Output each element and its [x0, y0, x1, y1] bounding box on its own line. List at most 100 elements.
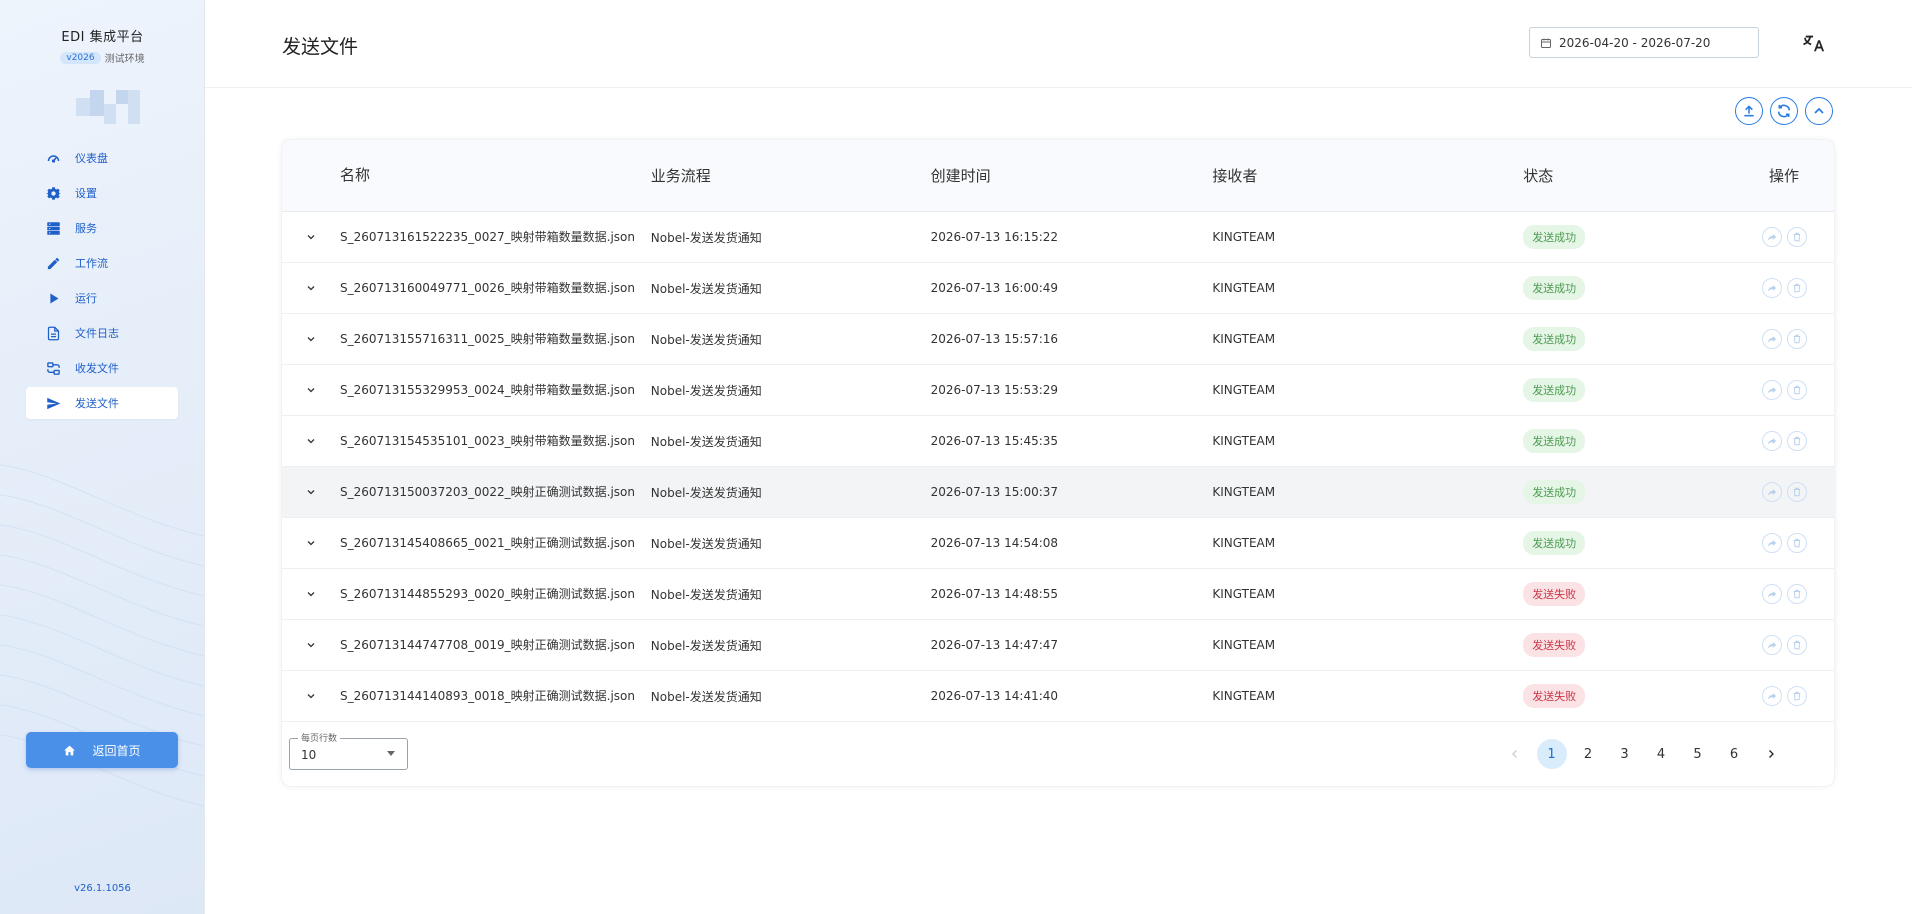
table-header: 名称 业务流程 创建时间 接收者 状态 操作 [282, 140, 1834, 212]
status-badge: 发送失败 [1523, 582, 1586, 606]
table-row[interactable]: S_260713145408665_0021_映射正确测试数据.json Nob… [282, 518, 1834, 569]
chevron-down-icon[interactable] [305, 588, 317, 600]
expand-cell [282, 588, 340, 600]
table-row[interactable]: S_260713155329953_0024_映射带箱数量数据.json Nob… [282, 365, 1834, 416]
table-row[interactable]: S_260713154535101_0023_映射带箱数量数据.json Nob… [282, 416, 1834, 467]
column-header-flow[interactable]: 业务流程 [651, 165, 931, 186]
status-badge: 发送成功 [1523, 531, 1586, 555]
status-badge: 发送成功 [1523, 378, 1586, 402]
expand-cell [282, 333, 340, 345]
chevron-down-icon[interactable] [305, 639, 317, 651]
upload-button[interactable] [1735, 97, 1763, 125]
collapse-button[interactable] [1805, 97, 1833, 125]
resend-button[interactable] [1761, 329, 1782, 349]
chevron-down-icon[interactable] [305, 690, 317, 702]
actions-cell [1734, 686, 1834, 706]
file-name-cell: S_260713144747708_0019_映射正确测试数据.json [339, 637, 635, 652]
page-button-6[interactable]: 6 [1719, 739, 1749, 769]
back-home-label: 返回首页 [92, 743, 141, 758]
page-button-4[interactable]: 4 [1646, 739, 1676, 769]
column-header-name[interactable]: 名称 [340, 167, 651, 184]
sidebar-item-label: 文件日志 [75, 327, 119, 340]
speedometer-icon [47, 154, 60, 163]
actions-cell [1734, 533, 1834, 553]
delete-button[interactable] [1786, 584, 1807, 604]
flow-cell: Nobel-发送发货通知 [650, 281, 762, 296]
sidebar-item-file-log[interactable]: 文件日志 [26, 317, 178, 349]
gear-icon [46, 186, 61, 200]
refresh-button[interactable] [1770, 97, 1798, 125]
sidebar-nav: 仪表盘 设置 服务 工作流 运行 文件日志 收发文件 发送文件 [26, 142, 178, 422]
back-home-button[interactable]: 返回首页 [26, 732, 178, 768]
delete-button[interactable] [1786, 278, 1807, 298]
translate-icon[interactable] [1803, 32, 1825, 54]
delete-button[interactable] [1786, 227, 1807, 247]
table-row[interactable]: S_260713144747708_0019_映射正确测试数据.json Nob… [282, 620, 1834, 671]
status-cell: 发送成功 [1523, 327, 1734, 351]
table-row[interactable]: S_260713144140893_0018_映射正确测试数据.json Nob… [282, 671, 1834, 722]
sidebar-item-dashboard[interactable]: 仪表盘 [26, 142, 178, 174]
sidebar-item-workflow[interactable]: 工作流 [26, 247, 178, 279]
delete-button[interactable] [1786, 482, 1807, 502]
delete-button[interactable] [1786, 686, 1807, 706]
send-icon [47, 397, 61, 409]
share-arrow-icon [1767, 234, 1776, 241]
trash-icon [1793, 589, 1800, 599]
resend-button[interactable] [1761, 431, 1782, 451]
table-row[interactable]: S_260713155716311_0025_映射带箱数量数据.json Nob… [282, 314, 1834, 365]
page-button-5[interactable]: 5 [1683, 739, 1713, 769]
sidebar-item-label: 收发文件 [75, 362, 119, 375]
page-button-2[interactable]: 2 [1573, 739, 1603, 769]
chevron-down-icon[interactable] [305, 435, 317, 447]
delete-button[interactable] [1786, 635, 1807, 655]
sidebar-item-transfer-files[interactable]: 收发文件 [26, 352, 178, 384]
next-page-button[interactable] [1756, 739, 1786, 769]
rows-per-page-select[interactable]: 每页行数 10 [289, 731, 408, 770]
receiver-cell: KINGTEAM [1212, 485, 1276, 499]
delete-button[interactable] [1786, 329, 1807, 349]
page-button-1[interactable]: 1 [1536, 739, 1567, 769]
page-button-3[interactable]: 3 [1610, 739, 1640, 769]
resend-button[interactable] [1761, 533, 1782, 553]
sidebar-item-settings[interactable]: 设置 [26, 177, 178, 209]
resend-button[interactable] [1761, 278, 1782, 298]
prev-page-button[interactable] [1500, 739, 1530, 769]
sidebar-item-send-files[interactable]: 发送文件 [26, 387, 178, 419]
delete-button[interactable] [1786, 533, 1807, 553]
table-row[interactable]: S_260713150037203_0022_映射正确测试数据.json Nob… [282, 467, 1834, 518]
chevron-down-icon[interactable] [305, 231, 317, 243]
chevron-down-icon[interactable] [305, 282, 317, 294]
table-row[interactable]: S_260713144855293_0020_映射正确测试数据.json Nob… [282, 569, 1834, 620]
chevron-down-icon[interactable] [305, 537, 317, 549]
sidebar-item-run[interactable]: 运行 [26, 282, 178, 314]
table-row[interactable]: S_260713161522235_0027_映射带箱数量数据.json Nob… [282, 212, 1834, 263]
delete-button[interactable] [1786, 431, 1807, 451]
resend-button[interactable] [1761, 686, 1782, 706]
resend-button[interactable] [1761, 584, 1782, 604]
actions-cell [1734, 584, 1834, 604]
created-time-cell: 2026-07-13 15:57:16 [930, 332, 1059, 346]
receiver-cell: KINGTEAM [1212, 332, 1276, 346]
column-header-created-time[interactable]: 创建时间 [931, 165, 1213, 186]
flow-cell: Nobel-发送发货通知 [650, 638, 762, 653]
chevron-down-icon[interactable] [305, 486, 317, 498]
expand-cell [282, 486, 340, 498]
date-range-picker[interactable]: 2026-04-20 - 2026-07-20 [1529, 27, 1759, 58]
file-name-cell: S_260713155329953_0024_映射带箱数量数据.json [339, 382, 635, 397]
column-header-receiver[interactable]: 接收者 [1212, 165, 1523, 186]
app-version: v26.1.1056 [74, 883, 131, 894]
column-header-status[interactable]: 状态 [1523, 165, 1734, 186]
play-icon [50, 293, 59, 303]
actions-cell [1734, 227, 1834, 247]
brand: EDI 集成平台 v2026 测试环境 [0, 26, 204, 65]
resend-button[interactable] [1761, 482, 1782, 502]
delete-button[interactable] [1786, 380, 1807, 400]
chevron-down-icon[interactable] [305, 384, 317, 396]
sidebar-item-services[interactable]: 服务 [26, 212, 178, 244]
avatar[interactable] [76, 90, 140, 124]
chevron-down-icon[interactable] [305, 333, 317, 345]
resend-button[interactable] [1761, 380, 1782, 400]
resend-button[interactable] [1761, 635, 1782, 655]
table-row[interactable]: S_260713160049771_0026_映射带箱数量数据.json Nob… [282, 263, 1834, 314]
resend-button[interactable] [1761, 227, 1782, 247]
